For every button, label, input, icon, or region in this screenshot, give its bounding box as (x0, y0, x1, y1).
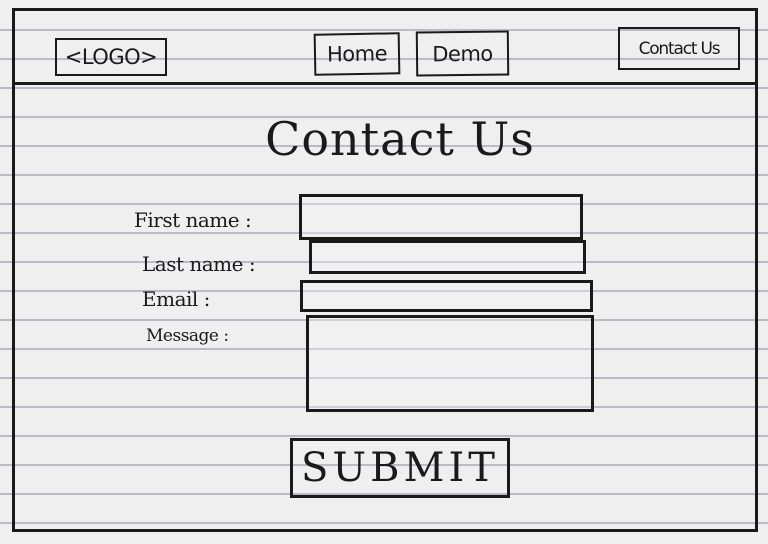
nav-home-label: Home (326, 41, 388, 67)
nav-contact-link[interactable]: Contact Us (618, 27, 740, 70)
last-name-field[interactable] (309, 240, 586, 274)
header-divider (12, 82, 758, 85)
message-label: Message : (146, 326, 229, 346)
nav-demo-label: Demo (432, 41, 493, 66)
first-name-field[interactable] (299, 194, 583, 240)
logo-text: <LOGO> (64, 45, 158, 69)
first-name-label: First name : (134, 208, 252, 232)
nav-home-link[interactable]: Home (313, 32, 401, 76)
page-title: Contact Us (265, 112, 535, 166)
nav-demo-link[interactable]: Demo (415, 30, 510, 77)
nav-contact-label: Contact Us (638, 38, 721, 59)
email-label: Email : (142, 287, 210, 311)
logo[interactable]: <LOGO> (55, 38, 167, 76)
submit-button[interactable]: SUBMIT (290, 438, 510, 498)
message-textarea[interactable] (306, 315, 594, 412)
last-name-label: Last name : (142, 252, 256, 276)
email-field[interactable] (300, 280, 593, 312)
